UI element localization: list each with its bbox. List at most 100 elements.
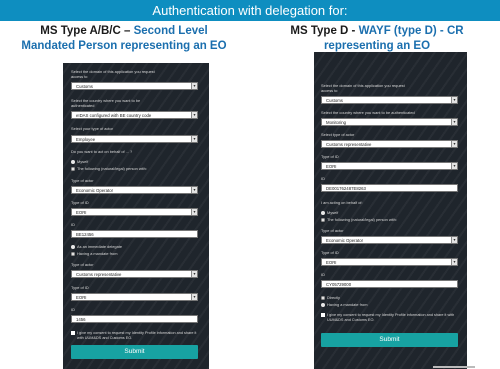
behalf-label: I am acting on behalf of: xyxy=(321,200,363,205)
submit-button[interactable]: Submit xyxy=(321,333,458,347)
id-field[interactable]: BE12456 xyxy=(71,230,198,238)
chevron-down-icon: ▼ xyxy=(451,259,457,265)
radio-mandate-label: Having a mandate from xyxy=(77,251,118,256)
type-actor2-label: Type of actor xyxy=(71,262,94,267)
chevron-down-icon: ▼ xyxy=(451,119,457,125)
type-id-label: Type of ID xyxy=(71,200,89,205)
chevron-down-icon: ▼ xyxy=(191,83,197,89)
type-id2-select[interactable]: EORI ▼ xyxy=(71,293,198,301)
radio-directly[interactable]: Directly xyxy=(321,295,340,300)
radio-selected-icon xyxy=(321,295,325,300)
type-id2-value: EORI xyxy=(76,295,87,300)
consent-checkbox[interactable]: I give my consent to request my Identity… xyxy=(321,313,458,322)
type-id-value: EORI xyxy=(76,210,87,215)
type-actor-label: Type of actor xyxy=(321,228,344,233)
chevron-down-icon: ▼ xyxy=(191,187,197,193)
form-panel-left: Select the domain of this application yo… xyxy=(63,63,209,369)
country-select[interactable]: eIDAS configured with BE country code ▼ xyxy=(71,111,198,119)
type-actor-label: Type of actor xyxy=(71,178,94,183)
heading-left: MS Type A/B/C – Second Level Mandated Pe… xyxy=(2,24,246,54)
heading-right-prefix: MS Type D - xyxy=(290,25,359,37)
heading-left-level: Second Level xyxy=(133,25,208,37)
radio-icon xyxy=(71,244,75,249)
radio-mandate-label: Having a mandate from xyxy=(327,302,368,307)
heading-right-type: WAYF (type D) - CR xyxy=(358,25,464,37)
domain-select[interactable]: Customs ▼ xyxy=(321,96,458,104)
radio-immediate[interactable]: As an immediate delegate xyxy=(71,244,122,249)
banner-title: Authentication with delegation for: xyxy=(0,0,500,21)
id2-label: ID xyxy=(71,307,75,312)
radio-myself-label: Myself xyxy=(327,210,339,215)
radio-following-label: The following (natural/legal) person wit… xyxy=(327,217,397,222)
radio-following[interactable]: The following (natural/legal) person wit… xyxy=(71,166,147,171)
radio-following-label: The following (natural/legal) person wit… xyxy=(77,166,147,171)
chevron-down-icon: ▼ xyxy=(451,163,457,169)
heading-right: MS Type D - WAYF (type D) - CR represent… xyxy=(254,24,500,54)
radio-myself[interactable]: Myself xyxy=(71,159,88,164)
chevron-down-icon: ▼ xyxy=(451,97,457,103)
country-select-value: eIDAS configured with BE country code xyxy=(76,113,152,118)
chevron-down-icon: ▼ xyxy=(451,141,457,147)
radio-selected-icon xyxy=(71,166,75,171)
radio-myself-label: Myself xyxy=(77,159,89,164)
type-actor2-value: Customs representative xyxy=(76,272,122,277)
actor-question: Select your type of actor xyxy=(71,126,113,131)
radio-selected-icon xyxy=(321,217,325,222)
consent-text: I give my consent to request my Identity… xyxy=(77,331,197,340)
type-id2-select[interactable]: EORI ▼ xyxy=(321,258,458,266)
divider xyxy=(433,366,475,368)
id-label: ID xyxy=(321,176,325,181)
actor-question: Select type of actor xyxy=(321,132,355,137)
actor-select[interactable]: Employee ▼ xyxy=(71,135,198,143)
type-actor-value: Economic Operator xyxy=(76,188,114,193)
domain-question-cont: access to xyxy=(321,88,338,93)
type-id2-label: Type of ID xyxy=(321,250,339,255)
radio-icon xyxy=(71,159,75,164)
type-actor-select[interactable]: Economic Operator ▼ xyxy=(71,186,198,194)
country-select-value: Monitoring xyxy=(326,120,347,125)
domain-select[interactable]: Customs ▼ xyxy=(71,82,198,90)
id-field[interactable]: DE001762487E8263 xyxy=(321,184,458,192)
radio-mandate[interactable]: Having a mandate from xyxy=(71,251,117,256)
behalf-question: Do you want to act on behalf of ... ? xyxy=(71,149,133,154)
radio-icon xyxy=(321,302,325,307)
type-id-label: Type of ID xyxy=(321,154,339,159)
country-question-cont: authenticated xyxy=(71,103,95,108)
consent-checkbox[interactable]: I give my consent to request my Identity… xyxy=(71,331,198,340)
type-id-value: EORI xyxy=(326,164,337,169)
type-id-select[interactable]: EORI ▼ xyxy=(321,162,458,170)
id2-label: ID xyxy=(321,272,325,277)
country-question: Select the country where you want to be … xyxy=(321,110,415,115)
chevron-down-icon: ▼ xyxy=(191,209,197,215)
chevron-down-icon: ▼ xyxy=(451,237,457,243)
type-id-select[interactable]: EORI ▼ xyxy=(71,208,198,216)
actor-select-value: Employee xyxy=(76,137,96,142)
heading-left-subtitle: Mandated Person representing an EO xyxy=(21,40,227,52)
radio-directly-label: Directly xyxy=(327,295,340,300)
type-actor2-select[interactable]: Customs representative ▼ xyxy=(71,270,198,278)
id-label: ID xyxy=(71,222,75,227)
type-actor-value: Economic Operator xyxy=(326,238,364,243)
actor-select-value: Customs representative xyxy=(326,142,372,147)
radio-following[interactable]: The following (natural/legal) person wit… xyxy=(321,217,397,222)
id2-field[interactable]: CY05729000 xyxy=(321,280,458,288)
radio-selected-icon xyxy=(71,251,75,256)
radio-immediate-label: As an immediate delegate xyxy=(77,244,122,249)
country-select[interactable]: Monitoring ▼ xyxy=(321,118,458,126)
chevron-down-icon: ▼ xyxy=(191,294,197,300)
type-id2-value: EORI xyxy=(326,260,337,265)
radio-myself[interactable]: Myself xyxy=(321,210,338,215)
form-panel-right: Select the domain of this application yo… xyxy=(314,52,467,369)
domain-select-value: Customs xyxy=(76,84,93,89)
domain-select-value: Customs xyxy=(326,98,343,103)
checkbox-icon xyxy=(71,331,75,335)
radio-icon xyxy=(321,210,325,215)
consent-text: I give my consent to request my Identity… xyxy=(327,313,455,322)
radio-mandate[interactable]: Having a mandate from xyxy=(321,302,367,307)
slide: { "banner": "Authentication with delegat… xyxy=(0,0,500,369)
submit-button[interactable]: Submit xyxy=(71,345,198,359)
id2-field[interactable]: 1456 xyxy=(71,315,198,323)
actor-select[interactable]: Customs representative ▼ xyxy=(321,140,458,148)
type-actor-select[interactable]: Economic Operator ▼ xyxy=(321,236,458,244)
checkbox-icon xyxy=(321,313,325,317)
